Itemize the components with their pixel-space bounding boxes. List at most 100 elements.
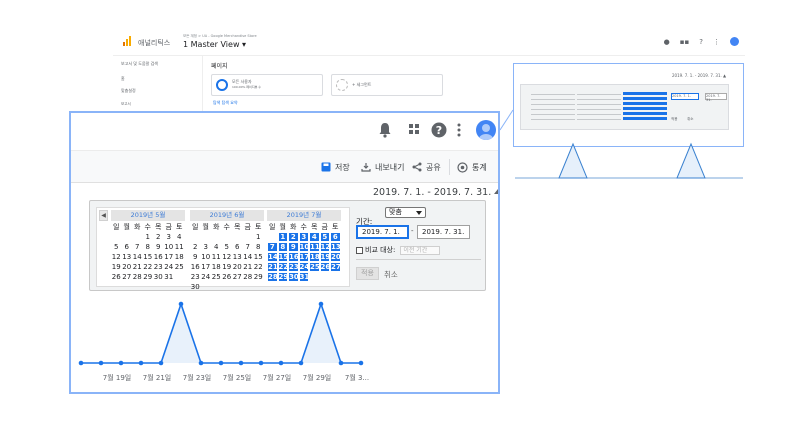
help-icon[interactable]: ?	[431, 122, 447, 138]
calendar-day[interactable]: 15	[143, 252, 154, 262]
calendar-day[interactable]: 27	[232, 272, 243, 282]
calendar-day[interactable]: 10	[298, 242, 309, 252]
calendar-day[interactable]: 11	[174, 242, 185, 252]
month-title[interactable]: 2019년 7월	[267, 210, 341, 221]
calendar-day[interactable]: 19	[111, 262, 122, 272]
calendar-day[interactable]: 2	[288, 232, 299, 242]
data-point[interactable]	[318, 301, 324, 307]
data-point[interactable]	[178, 301, 184, 307]
calendar-day[interactable]: 23	[153, 262, 164, 272]
calendar-day[interactable]: 4	[211, 242, 222, 252]
calendar-day[interactable]: 20	[232, 262, 243, 272]
calendar-day[interactable]: 2	[190, 242, 201, 252]
calendar-day[interactable]: 30	[190, 282, 201, 292]
calendar-day[interactable]: 11	[211, 252, 222, 262]
month-title[interactable]: 2019년 5월	[111, 210, 185, 221]
calendar-day[interactable]: 15	[253, 252, 264, 262]
calendar-day[interactable]: 2	[153, 232, 164, 242]
calendar-day[interactable]: 21	[132, 262, 143, 272]
calendar-day[interactable]: 23	[190, 272, 201, 282]
calendar-day[interactable]: 30	[153, 272, 164, 282]
calendar-day[interactable]: 3	[298, 232, 309, 242]
compare-select[interactable]: 이전 기간	[400, 245, 441, 255]
calendar-day[interactable]: 27	[330, 262, 341, 272]
export-button[interactable]: 내보내기	[361, 160, 404, 174]
calendar-day[interactable]: 22	[277, 262, 288, 272]
calendar-day[interactable]: 25	[174, 262, 185, 272]
calendar-day[interactable]: 25	[211, 272, 222, 282]
calendar-day[interactable]: 1	[253, 232, 264, 242]
calendar-day[interactable]: 8	[277, 242, 288, 252]
month-title[interactable]: 2019년 6월	[190, 210, 264, 221]
calendar-day[interactable]: 5	[111, 242, 122, 252]
calendar-day[interactable]: 28	[132, 272, 143, 282]
data-point[interactable]	[358, 360, 364, 366]
calendar-day[interactable]: 29	[143, 272, 154, 282]
calendar-day[interactable]: 16	[153, 252, 164, 262]
calendar-day[interactable]: 18	[309, 252, 320, 262]
calendar-day[interactable]: 24	[201, 272, 212, 282]
calendar-day[interactable]: 29	[253, 272, 264, 282]
calendar-day[interactable]: 14	[267, 252, 278, 262]
data-point[interactable]	[78, 360, 84, 366]
calendar-day[interactable]: 12	[319, 242, 330, 252]
calendar-day[interactable]: 9	[153, 242, 164, 252]
calendar-day[interactable]: 3	[164, 232, 175, 242]
calendar-day[interactable]: 13	[330, 242, 341, 252]
calendar-day[interactable]: 16	[288, 252, 299, 262]
calendar-day[interactable]: 3	[201, 242, 212, 252]
calendar-day[interactable]: 25	[309, 262, 320, 272]
data-point[interactable]	[198, 360, 204, 366]
calendar-day[interactable]: 18	[211, 262, 222, 272]
calendar-day[interactable]: 15	[277, 252, 288, 262]
data-point[interactable]	[118, 360, 124, 366]
calendar-day[interactable]: 10	[164, 242, 175, 252]
apply-button[interactable]: 적용	[356, 267, 379, 280]
calendar-day[interactable]: 6	[232, 242, 243, 252]
start-date-input[interactable]: 2019. 7. 1.	[356, 225, 409, 239]
data-point[interactable]	[218, 360, 224, 366]
calendar-day[interactable]: 26	[222, 272, 233, 282]
data-point[interactable]	[258, 360, 264, 366]
share-button[interactable]: 공유	[412, 160, 441, 174]
calendar-day[interactable]: 22	[253, 262, 264, 272]
save-button[interactable]: 저장	[321, 160, 350, 174]
calendar-day[interactable]: 19	[319, 252, 330, 262]
data-point[interactable]	[158, 360, 164, 366]
calendar-day[interactable]: 7	[243, 242, 254, 252]
data-point[interactable]	[238, 360, 244, 366]
calendar-day[interactable]: 5	[319, 232, 330, 242]
calendar-day[interactable]: 27	[122, 272, 133, 282]
account-avatar[interactable]	[476, 120, 496, 140]
calendar-day[interactable]: 13	[232, 252, 243, 262]
calendar-day[interactable]: 23	[288, 262, 299, 272]
data-point[interactable]	[338, 360, 344, 366]
calendar-day[interactable]: 7	[267, 242, 278, 252]
end-date-input[interactable]: 2019. 7. 31.	[417, 225, 470, 239]
calendar-day[interactable]: 14	[132, 252, 143, 262]
data-point[interactable]	[138, 360, 144, 366]
data-point[interactable]	[298, 360, 304, 366]
data-point[interactable]	[278, 360, 284, 366]
apps-icon[interactable]	[407, 122, 421, 136]
calendar-day[interactable]: 6	[330, 232, 341, 242]
calendar-day[interactable]: 30	[288, 272, 299, 282]
calendar-day[interactable]: 24	[298, 262, 309, 272]
calendar-day[interactable]: 11	[309, 242, 320, 252]
calendar-day[interactable]: 20	[122, 262, 133, 272]
calendar-day[interactable]: 12	[222, 252, 233, 262]
calendar-day[interactable]: 26	[319, 262, 330, 272]
more-icon[interactable]	[456, 122, 462, 138]
calendar-day[interactable]: 21	[243, 262, 254, 272]
calendar-day[interactable]: 24	[164, 262, 175, 272]
calendar-day[interactable]: 4	[174, 232, 185, 242]
date-range-toggle[interactable]: 2019. 7. 1. - 2019. 7. 31.	[373, 187, 498, 198]
data-point[interactable]	[98, 360, 104, 366]
calendar-day[interactable]: 1	[277, 232, 288, 242]
calendar-day[interactable]: 16	[190, 262, 201, 272]
calendar-day[interactable]: 7	[132, 242, 143, 252]
bell-icon[interactable]	[378, 122, 392, 138]
calendar-day[interactable]: 9	[190, 252, 201, 262]
calendar-day[interactable]: 17	[164, 252, 175, 262]
calendar-day[interactable]: 22	[143, 262, 154, 272]
